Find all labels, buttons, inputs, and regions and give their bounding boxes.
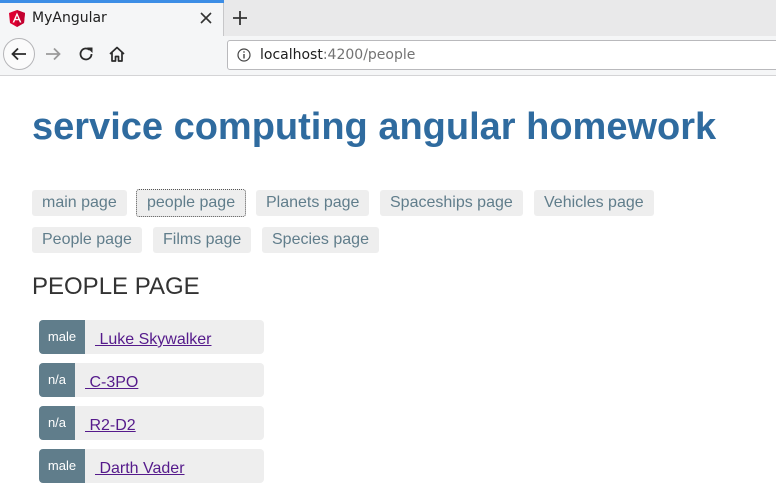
person-name-link[interactable]: Darth Vader [95, 460, 184, 478]
forward-arrow-icon[interactable] [44, 45, 62, 63]
close-icon[interactable] [199, 11, 213, 25]
gender-badge: male [39, 320, 85, 354]
person-item[interactable]: n/a R2-D2 [39, 406, 264, 440]
tab-active-indicator [0, 0, 224, 3]
tab-title: MyAngular [32, 10, 107, 26]
person-name-link[interactable]: Luke Skywalker [95, 331, 211, 349]
back-arrow-icon [11, 47, 26, 61]
url-path: :4200/people [322, 47, 416, 63]
tab-bar: MyAngular [0, 0, 776, 36]
person-item[interactable]: n/a C-3PO [39, 363, 264, 397]
home-icon[interactable] [108, 45, 126, 63]
reload-icon[interactable] [77, 45, 95, 63]
address-bar[interactable]: localhost:4200/people [227, 40, 776, 70]
person-item[interactable]: male Darth Vader [39, 449, 264, 483]
info-icon[interactable] [237, 48, 251, 62]
angular-logo-icon [9, 10, 25, 27]
person-item[interactable]: male Luke Skywalker [39, 320, 264, 354]
nav-link-films-page[interactable]: Films page [153, 227, 252, 253]
url-text[interactable]: localhost:4200/people [260, 47, 415, 63]
person-name-link[interactable]: R2-D2 [85, 417, 135, 435]
browser-tab[interactable]: MyAngular [0, 0, 224, 36]
gender-badge: n/a [39, 406, 75, 440]
nav-link-species-page[interactable]: Species page [262, 227, 379, 253]
nav-link-people-page-2[interactable]: People page [32, 227, 142, 253]
section-heading: PEOPLE PAGE [32, 273, 200, 300]
url-host: localhost [260, 47, 323, 63]
nav-link-people-page[interactable]: people page [136, 189, 247, 217]
nav-link-planets-page[interactable]: Planets page [256, 190, 370, 216]
new-tab-plus-icon[interactable] [231, 9, 249, 27]
gender-badge: male [39, 449, 85, 483]
nav-link-main-page[interactable]: main page [32, 190, 127, 216]
back-button[interactable] [3, 38, 35, 70]
nav-link-spaceships-page[interactable]: Spaceships page [380, 190, 523, 216]
gender-badge: n/a [39, 363, 75, 397]
page-title: service computing angular homework [32, 106, 717, 148]
nav-link-vehicles-page[interactable]: Vehicles page [534, 190, 654, 216]
navigation-toolbar: localhost:4200/people [0, 36, 776, 76]
person-name-link[interactable]: C-3PO [85, 374, 138, 392]
